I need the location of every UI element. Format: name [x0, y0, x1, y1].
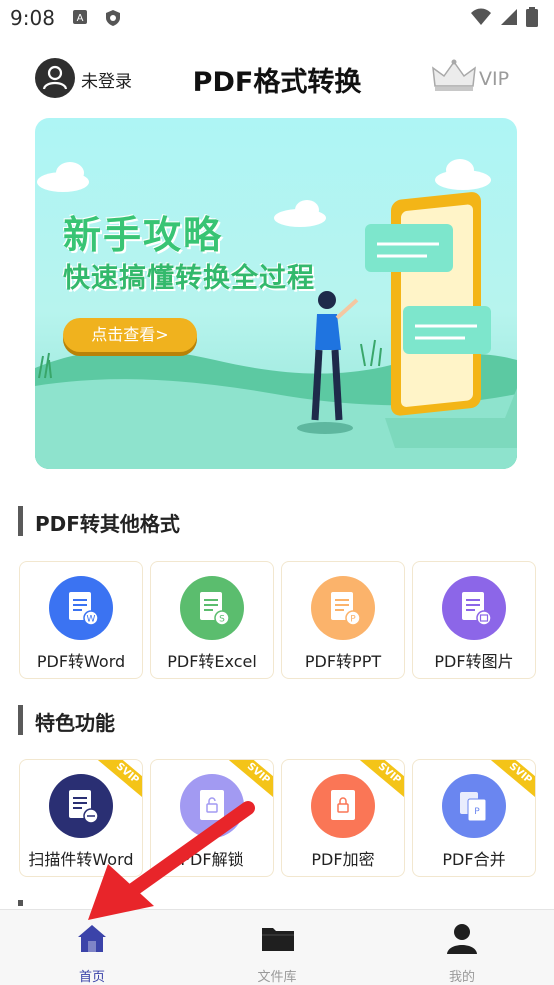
word-doc-icon: W — [49, 576, 113, 640]
pdf-to-word-card[interactable]: W PDF转Word — [19, 561, 143, 679]
pdf-to-excel-card[interactable]: S PDF转Excel — [150, 561, 274, 679]
pdf-to-image-card[interactable]: PDF转图片 — [412, 561, 536, 679]
status-bar: 9:08 A — [0, 0, 554, 36]
svg-text:P: P — [474, 807, 480, 817]
folder-icon — [262, 928, 294, 951]
card-label: PDF解锁 — [180, 850, 244, 869]
merge-icon: P — [442, 774, 506, 838]
card-label: PDF转Excel — [167, 652, 257, 671]
person-icon — [447, 924, 477, 954]
pdf-to-ppt-card[interactable]: P PDF转PPT — [281, 561, 405, 679]
banner-title: 新手攻略 — [63, 213, 224, 257]
section-accent-bar — [18, 900, 23, 906]
card-label: PDF合并 — [442, 850, 506, 869]
scan-icon — [49, 774, 113, 838]
section-accent-bar — [18, 506, 23, 536]
battery-icon — [526, 7, 538, 27]
card-label: PDF转图片 — [434, 652, 514, 671]
app-header: 未登录 PDF格式转换 VIP — [0, 50, 554, 106]
wifi-icon — [471, 8, 491, 25]
nav-home[interactable]: 首页 — [32, 918, 152, 985]
section-title: PDF转其他格式 — [35, 512, 180, 536]
vip-label: VIP — [479, 68, 510, 90]
unlock-icon — [180, 774, 244, 838]
home-icon — [78, 925, 106, 952]
svg-text:W: W — [87, 615, 96, 625]
vip-button[interactable]: VIP — [431, 58, 521, 98]
card-label: PDF转PPT — [304, 652, 382, 671]
banner-subtitle: 快速搞懂转换全过程 — [63, 263, 315, 294]
guide-banner[interactable]: 新手攻略 快速搞懂转换全过程 点击查看> — [35, 118, 517, 469]
image-doc-icon — [442, 576, 506, 640]
a-icon: A — [73, 10, 87, 24]
pdf-merge-card[interactable]: P SVIP PDF合并 — [412, 759, 536, 877]
excel-doc-icon: S — [180, 576, 244, 640]
nav-label: 文件库 — [257, 970, 297, 985]
svg-text:P: P — [350, 615, 356, 625]
convert-tools: W PDF转Word S PDF转Excel P PDF转PPT PDF转图片 — [19, 561, 536, 679]
card-label: 扫描件转Word — [28, 850, 134, 869]
card-label: PDF加密 — [311, 850, 375, 869]
section-accent-bar — [18, 705, 23, 735]
nav-label: 首页 — [78, 970, 105, 985]
signal-icon — [501, 9, 517, 25]
nav-label: 我的 — [448, 970, 475, 985]
ppt-doc-icon: P — [311, 576, 375, 640]
scan-to-word-card[interactable]: SVIP 扫描件转Word — [19, 759, 143, 877]
pdf-unlock-card[interactable]: SVIP PDF解锁 — [150, 759, 274, 877]
nav-mine[interactable]: 我的 — [402, 918, 522, 985]
crown-icon — [432, 59, 476, 91]
svg-text:S: S — [219, 615, 225, 625]
svg-text:A: A — [77, 13, 84, 24]
card-label: PDF转Word — [36, 652, 126, 671]
bottom-nav: 首页 文件库 我的 — [0, 909, 554, 985]
shield-icon — [106, 10, 120, 26]
status-time: 9:08 — [10, 6, 55, 30]
feature-tools: SVIP 扫描件转Word SVIP PDF解锁 SVIP PDF加密 P SV… — [19, 759, 536, 877]
pdf-encrypt-card[interactable]: SVIP PDF加密 — [281, 759, 405, 877]
section-title: 特色功能 — [35, 711, 115, 735]
nav-files[interactable]: 文件库 — [217, 918, 337, 985]
view-guide-button[interactable]: 点击查看> — [63, 318, 197, 352]
lock-icon — [311, 774, 375, 838]
